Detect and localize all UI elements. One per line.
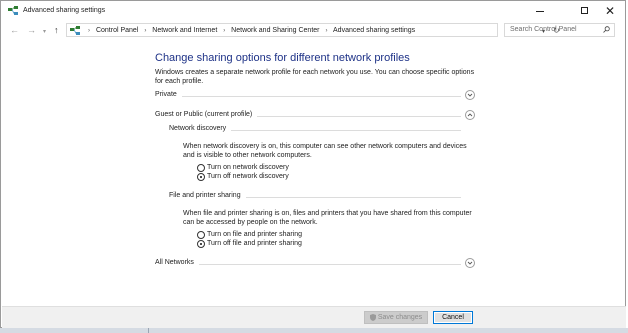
file-printer-sharing-description: When file and printer sharing is on, fil… <box>183 210 472 226</box>
search-placeholder: Search Control Panel <box>510 26 577 33</box>
taskbar-strip <box>0 328 628 333</box>
network-discovery-title: Network discovery <box>169 125 232 132</box>
radio-label[interactable]: Turn off file and printer sharing <box>207 240 302 248</box>
profile-all-networks-label: All Networks <box>155 259 199 266</box>
expand-chevron-icon[interactable] <box>465 90 475 100</box>
network-sharing-location-icon <box>70 26 80 35</box>
maximize-icon <box>581 7 588 14</box>
cancel-label: Cancel <box>442 314 464 321</box>
page-description: Windows creates a separate network profi… <box>155 69 475 85</box>
radio-button[interactable] <box>197 231 205 239</box>
address-bar[interactable]: › Control Panel › Network and Internet ›… <box>66 23 560 37</box>
breadcrumb-separator-icon[interactable]: › <box>144 28 146 34</box>
recent-locations-chevron-icon[interactable]: ▾ <box>43 26 46 38</box>
collapse-chevron-icon[interactable] <box>465 110 475 120</box>
network-sharing-app-icon <box>8 6 18 15</box>
title-bar[interactable]: Advanced sharing settings ✕ <box>1 1 625 21</box>
breadcrumb-separator-icon[interactable]: › <box>325 28 327 34</box>
profile-private-header[interactable]: Private <box>155 90 475 102</box>
network-discovery-description: When network discovery is on, this compu… <box>183 143 467 159</box>
close-icon: ✕ <box>604 4 616 18</box>
profile-guest-public-label: Guest or Public (current profile) <box>155 111 258 118</box>
profile-guest-public-header[interactable]: Guest or Public (current profile) <box>155 110 475 122</box>
file-printer-sharing-title: File and printer sharing <box>169 192 246 199</box>
uac-shield-icon <box>369 313 376 321</box>
maximize-button[interactable] <box>571 1 599 21</box>
file-printer-sharing-header: File and printer sharing <box>169 192 475 202</box>
forward-arrow-icon[interactable]: → <box>27 24 36 36</box>
network-discovery-header: Network discovery <box>169 125 475 135</box>
search-icon[interactable] <box>603 26 610 33</box>
expand-chevron-icon[interactable] <box>465 258 475 268</box>
radio-label[interactable]: Turn on file and printer sharing <box>207 231 302 239</box>
radio-label[interactable]: Turn off network discovery <box>207 173 289 181</box>
breadcrumb-control-panel[interactable]: Control Panel <box>96 27 138 34</box>
profile-private-label: Private <box>155 91 182 98</box>
radio-button[interactable] <box>197 164 205 172</box>
search-input[interactable]: Search Control Panel <box>504 23 615 37</box>
radio-label[interactable]: Turn on network discovery <box>207 164 289 172</box>
breadcrumb-advanced-sharing-settings[interactable]: Advanced sharing settings <box>333 27 415 34</box>
breadcrumb-network-and-internet[interactable]: Network and Internet <box>152 27 217 34</box>
close-button[interactable]: ✕ <box>596 1 624 21</box>
address-row: ← → ▾ ↑ › Control Panel › Network and In… <box>1 21 625 39</box>
save-changes-button[interactable]: Save changes <box>364 311 428 324</box>
back-arrow-icon[interactable]: ← <box>10 24 19 36</box>
breadcrumb: › Control Panel › Network and Internet ›… <box>84 26 415 36</box>
save-changes-label: Save changes <box>377 314 423 321</box>
taskbar-divider <box>148 328 149 333</box>
advanced-sharing-settings-window: Advanced sharing settings ✕ ← → ▾ ↑ › Co… <box>0 0 626 329</box>
minimize-icon <box>536 11 544 12</box>
breadcrumb-separator-icon[interactable]: › <box>88 28 90 34</box>
section-divider <box>155 96 461 97</box>
profile-all-networks-header[interactable]: All Networks <box>155 258 475 270</box>
breadcrumb-network-and-sharing-center[interactable]: Network and Sharing Center <box>231 27 319 34</box>
radio-button-selected[interactable] <box>197 173 205 181</box>
dialog-footer: Save changes Cancel <box>2 306 626 329</box>
radio-button-selected[interactable] <box>197 240 205 248</box>
window-title: Advanced sharing settings <box>23 7 106 14</box>
page-title: Change sharing options for different net… <box>155 52 410 64</box>
minimize-button[interactable] <box>526 1 554 21</box>
up-arrow-icon[interactable]: ↑ <box>54 24 59 36</box>
breadcrumb-separator-icon[interactable]: › <box>223 28 225 34</box>
section-divider <box>155 264 461 265</box>
cancel-button[interactable]: Cancel <box>433 311 473 324</box>
